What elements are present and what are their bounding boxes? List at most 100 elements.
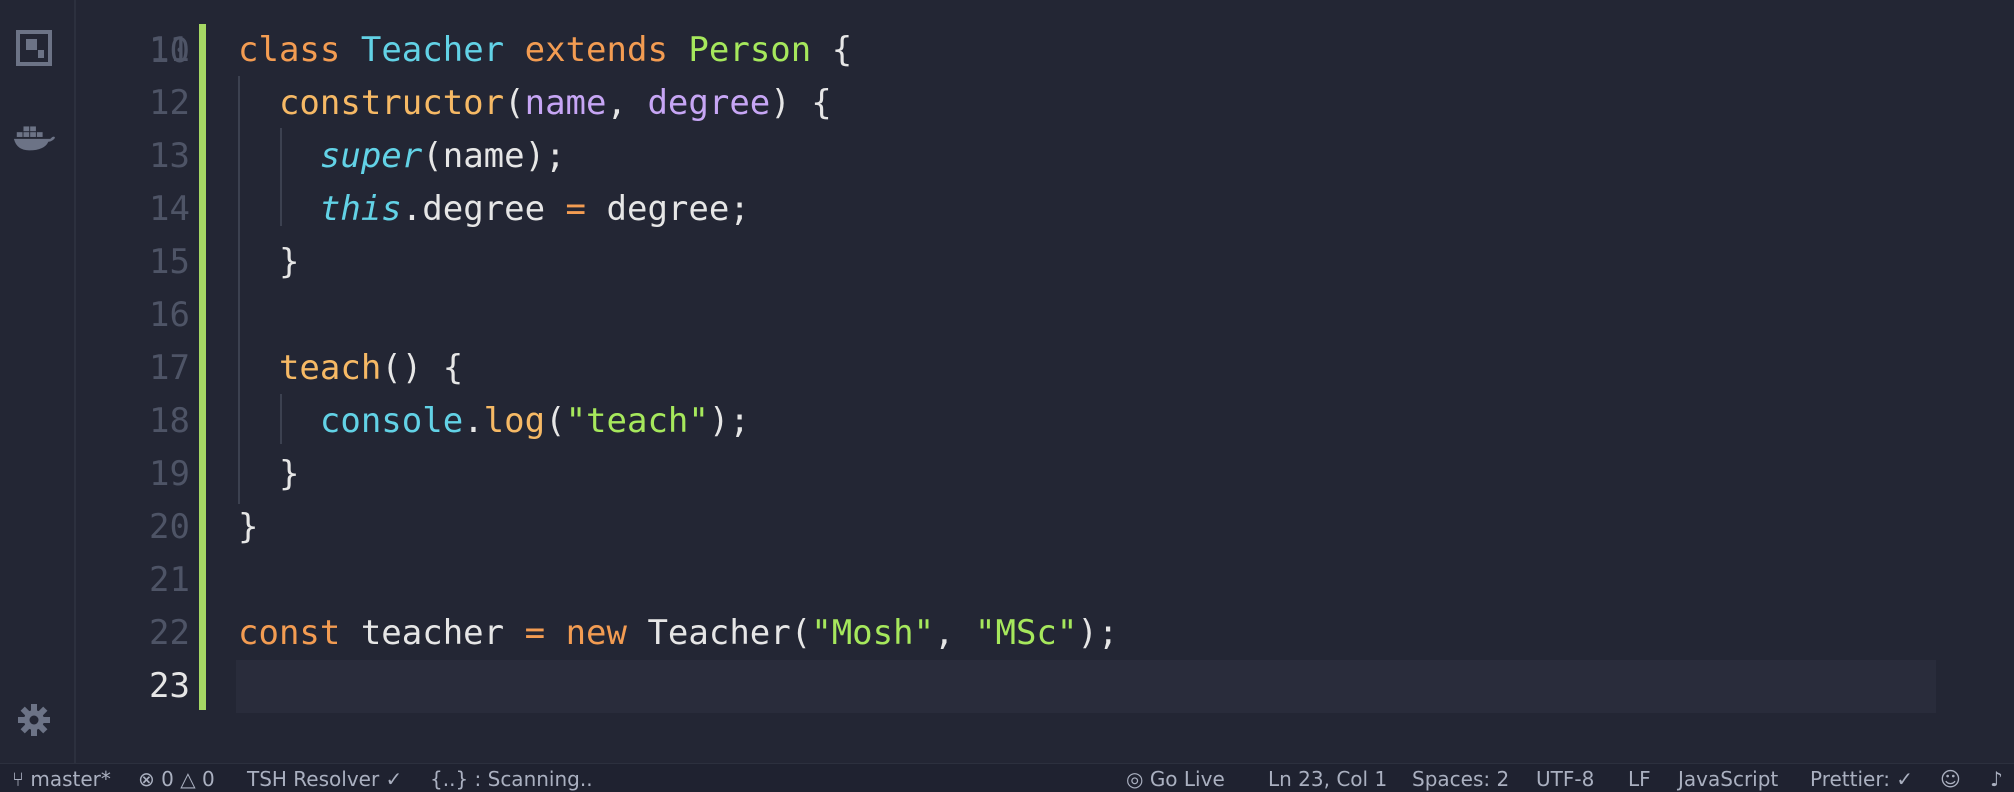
code-line[interactable]: 14 this.degree = degree; (76, 183, 2014, 236)
code-token: degree; (586, 189, 750, 229)
code-text[interactable]: } (238, 501, 258, 554)
code-token: ); (1077, 613, 1119, 653)
scanning-status[interactable]: {..} : Scanning.. (430, 766, 593, 792)
code-token: Person (688, 30, 812, 70)
code-token: ) { (770, 83, 832, 123)
problems-indicator[interactable]: ⊗ 0 △ 0 (138, 766, 215, 792)
code-token: ); (708, 401, 750, 441)
error-icon: ⊗ (138, 767, 155, 791)
notifications-bell-icon[interactable]: ♪ (1990, 766, 2003, 792)
line-number: 16 (149, 295, 190, 335)
code-text[interactable]: } (238, 236, 299, 289)
partial-line: 10 (76, 0, 2014, 71)
code-text[interactable]: this.degree = degree; (238, 183, 750, 236)
encoding-setting[interactable]: UTF-8 (1536, 766, 1594, 792)
line-number: 23 (149, 666, 190, 706)
code-token: this (319, 189, 402, 229)
code-line[interactable]: 16 (76, 289, 2014, 342)
code-line[interactable]: 13 super(name); (76, 130, 2014, 183)
code-line[interactable]: 23 (76, 660, 2014, 713)
code-line[interactable]: 11 class Teacher extends Person { (76, 24, 2014, 77)
line-number: 15 (149, 242, 190, 282)
code-token: (name); (422, 136, 566, 176)
code-text[interactable]: class Teacher extends Person { (238, 24, 852, 77)
code-token: const (238, 613, 341, 653)
code-token: , (606, 83, 648, 123)
code-token: "MSc" (975, 613, 1078, 653)
indentation-setting[interactable]: Spaces: 2 (1412, 766, 1509, 792)
line-number: 13 (149, 136, 190, 176)
language-mode[interactable]: JavaScript (1678, 766, 1778, 792)
code-text[interactable]: constructor(name, degree) { (238, 77, 832, 130)
go-live-button[interactable]: ◎ Go Live (1126, 766, 1225, 792)
code-token: class (238, 30, 341, 70)
code-line[interactable]: 21 (76, 554, 2014, 607)
code-token: ( (504, 83, 525, 123)
warning-icon: △ (180, 767, 196, 791)
code-token: Teacher (360, 30, 505, 70)
settings-gear-icon[interactable] (12, 698, 56, 742)
broadcast-icon: ◎ (1126, 767, 1144, 791)
code-token: = (565, 189, 587, 229)
code-line[interactable]: 22 const teacher = new Teacher("Mosh", "M… (76, 607, 2014, 660)
feedback-smiley-icon[interactable]: ☺ (1940, 766, 1961, 792)
code-line[interactable]: 19 } (76, 448, 2014, 501)
code-token: new (565, 613, 627, 653)
code-token: } (238, 507, 259, 547)
line-number: 11 (149, 30, 190, 70)
prettier-status[interactable]: Prettier: ✓ (1810, 766, 1913, 792)
line-number: 21 (149, 560, 190, 600)
docker-icon[interactable] (12, 114, 56, 158)
code-line[interactable]: 17 teach() { (76, 342, 2014, 395)
git-branch[interactable]: ⑂ master* (12, 766, 111, 792)
line-number: 12 (149, 83, 190, 123)
current-line-highlight (236, 660, 1936, 713)
extension-box-icon[interactable] (12, 26, 56, 70)
line-number: 19 (149, 454, 190, 494)
code-token: teach (278, 348, 382, 388)
line-number: 18 (149, 401, 190, 441)
line-number: 17 (149, 348, 190, 388)
code-text[interactable]: const teacher = new Teacher("Mosh", "MSc… (238, 607, 1118, 660)
code-editor[interactable]: 10 11 class Teacher extends Person {12 co… (76, 0, 2014, 764)
code-token: name (524, 83, 607, 123)
line-number: 22 (149, 613, 190, 653)
tsh-resolver-status[interactable]: TSH Resolver ✓ (247, 766, 402, 792)
code-token: "Mosh" (811, 613, 935, 653)
code-text[interactable]: super(name); (238, 130, 566, 183)
code-token: constructor (278, 83, 505, 123)
code-token: = (524, 613, 546, 653)
code-line[interactable]: 15 } (76, 236, 2014, 289)
status-bar: ⑂ master* ⊗ 0 △ 0 TSH Resolver ✓ {..} : … (0, 763, 2014, 792)
code-token: teacher (340, 613, 525, 653)
code-token: , (934, 613, 975, 653)
code-token: degree (647, 83, 771, 123)
code-line[interactable]: 18 console.log("teach"); (76, 395, 2014, 448)
code-token: "teach" (565, 401, 709, 441)
git-branch-icon: ⑂ (12, 767, 24, 791)
code-line[interactable]: 20} (76, 501, 2014, 554)
code-text[interactable]: } (238, 448, 299, 501)
code-token: Teacher( (626, 613, 812, 653)
code-token: { (811, 30, 853, 70)
code-token: super (319, 136, 423, 176)
code-token: () { (381, 348, 464, 388)
cursor-position[interactable]: Ln 23, Col 1 (1268, 766, 1387, 792)
code-token: } (238, 454, 300, 494)
code-token: ( (545, 401, 566, 441)
code-text[interactable]: console.log("teach"); (238, 395, 750, 448)
code-line[interactable]: 12 constructor(name, degree) { (76, 77, 2014, 130)
eol-setting[interactable]: LF (1628, 766, 1651, 792)
activity-bar (0, 0, 76, 764)
code-token: } (238, 242, 300, 282)
code-token: log (483, 401, 546, 441)
line-number: 20 (149, 507, 190, 547)
code-text[interactable]: teach() { (238, 342, 463, 395)
